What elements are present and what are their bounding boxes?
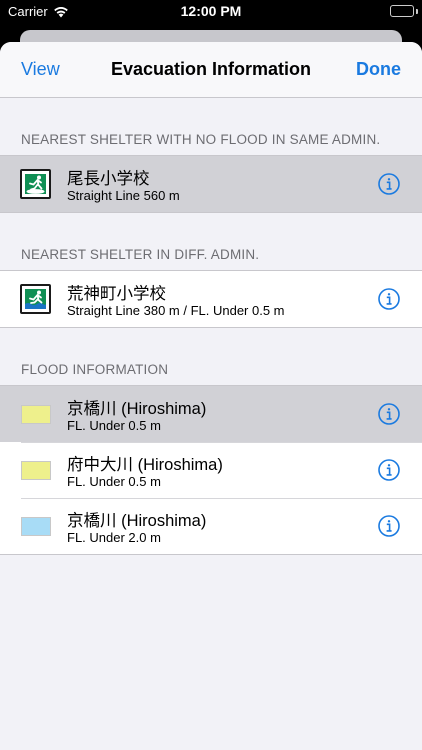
flood-level: FL. Under 0.5 m: [67, 474, 161, 489]
shelter-name: 荒神町小学校: [67, 285, 166, 303]
shelter-row[interactable]: 尾長小学校 Straight Line 560 m: [0, 156, 422, 212]
flood-row[interactable]: 京橋川 (Hiroshima) FL. Under 2.0 m: [0, 498, 422, 554]
section-header-diff-admin: NEAREST SHELTER IN DIFF. ADMIN.: [21, 247, 260, 262]
flood-level: FL. Under 0.5 m: [67, 418, 161, 433]
navigation-bar: View Evacuation Information Done: [0, 42, 422, 98]
battery-icon: [390, 5, 414, 17]
shelter-same-admin-group: 尾長小学校 Straight Line 560 m: [0, 155, 422, 213]
section-header-flood-info: FLOOD INFORMATION: [21, 362, 169, 377]
flood-level-swatch: [21, 405, 51, 424]
flood-row[interactable]: 京橋川 (Hiroshima) FL. Under 0.5 m: [0, 386, 422, 442]
shelter-distance: Straight Line 380 m / FL. Under 0.5 m: [67, 303, 285, 318]
info-icon[interactable]: [378, 173, 400, 195]
evacuation-shelter-icon: [20, 169, 51, 199]
info-icon[interactable]: [378, 459, 400, 481]
flood-level-swatch: [21, 461, 51, 480]
flood-level-swatch: [21, 517, 51, 536]
done-button[interactable]: Done: [356, 59, 401, 80]
info-icon[interactable]: [378, 288, 400, 310]
info-icon[interactable]: [378, 515, 400, 537]
river-name: 府中大川 (Hiroshima): [67, 456, 223, 474]
evacuation-sheet: View Evacuation Information Done NEAREST…: [0, 42, 422, 750]
info-icon[interactable]: [378, 403, 400, 425]
flood-level: FL. Under 2.0 m: [67, 530, 161, 545]
flood-row[interactable]: 府中大川 (Hiroshima) FL. Under 0.5 m: [0, 442, 422, 498]
shelter-diff-admin-group: 荒神町小学校 Straight Line 380 m / FL. Under 0…: [0, 270, 422, 328]
status-bar: Carrier 12:00 PM: [0, 0, 422, 24]
shelter-distance: Straight Line 560 m: [67, 188, 180, 203]
section-header-same-admin: NEAREST SHELTER WITH NO FLOOD IN SAME AD…: [21, 132, 381, 147]
shelter-row[interactable]: 荒神町小学校 Straight Line 380 m / FL. Under 0…: [0, 271, 422, 327]
evacuation-shelter-flood-icon: [20, 284, 51, 314]
river-name: 京橋川 (Hiroshima): [67, 400, 207, 418]
shelter-name: 尾長小学校: [67, 170, 150, 188]
river-name: 京橋川 (Hiroshima): [67, 512, 207, 530]
clock: 12:00 PM: [180, 3, 242, 19]
flood-info-group: 京橋川 (Hiroshima) FL. Under 0.5 m 府中大川 (Hi…: [0, 385, 422, 555]
